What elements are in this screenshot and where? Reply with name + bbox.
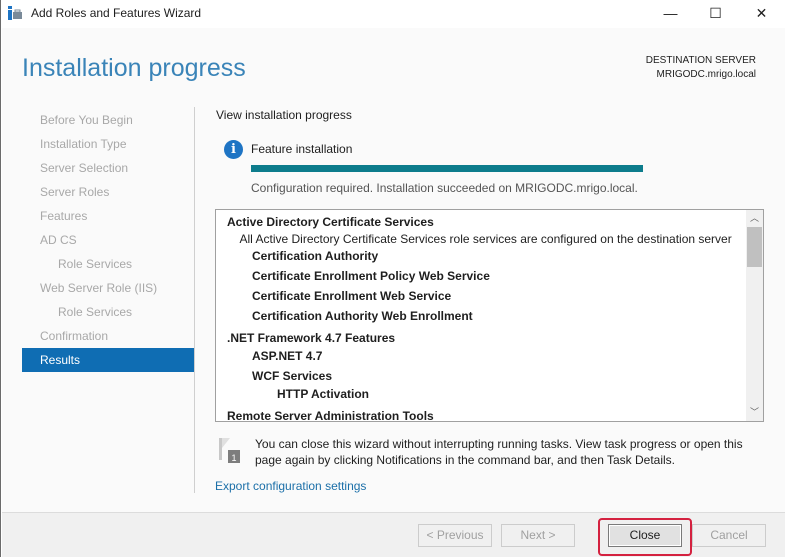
nav-item[interactable]: Web Server Role (IIS) xyxy=(22,276,194,300)
wizard-nav: Before You Begin Installation Type Server … xyxy=(22,108,194,372)
nav-item[interactable]: Results xyxy=(22,348,194,372)
result-line: All Active Directory Certificate Service… xyxy=(239,232,732,246)
result-line: ASP.NET 4.7 xyxy=(252,349,323,363)
nav-item[interactable]: Before You Begin xyxy=(22,108,194,132)
nav-item[interactable]: Server Roles xyxy=(22,180,194,204)
result-line: Certification Authority Web Enrollment xyxy=(252,309,473,323)
nav-item[interactable]: Server Selection xyxy=(22,156,194,180)
result-line: Remote Server Administration Tools xyxy=(227,409,434,422)
title-bar: Add Roles and Features Wizard — ☐ ✕ xyxy=(1,0,785,28)
next-button[interactable]: Next > xyxy=(501,524,575,547)
scrollbar[interactable]: ︿ ﹀ xyxy=(746,210,763,421)
minimize-button[interactable]: — xyxy=(648,0,693,28)
scroll-up-icon[interactable]: ︿ xyxy=(746,210,763,227)
results-list[interactable]: Active Directory Certificate Services All… xyxy=(215,209,764,422)
result-line: WCF Services xyxy=(252,369,333,383)
page-title: Installation progress xyxy=(22,54,246,82)
result-line: HTTP Activation xyxy=(277,387,370,401)
wizard-window: Add Roles and Features Wizard — ☐ ✕ Inst… xyxy=(0,0,785,557)
window-title: Add Roles and Features Wizard xyxy=(31,6,202,20)
result-line: Active Directory Certificate Services xyxy=(227,215,434,229)
close-button-highlight xyxy=(598,518,692,556)
progress-bar xyxy=(251,165,643,172)
export-configuration-link[interactable]: Export configuration settings xyxy=(215,479,366,493)
close-wizard-note: You can close this wizard without interr… xyxy=(255,437,743,467)
previous-button[interactable]: < Previous xyxy=(418,524,492,547)
nav-item[interactable]: Features xyxy=(22,204,194,228)
section-label: View installation progress xyxy=(216,108,352,122)
nav-item[interactable]: AD CS xyxy=(22,228,194,252)
nav-item[interactable]: Confirmation xyxy=(22,324,194,348)
server-manager-icon xyxy=(8,6,22,20)
wizard-body: Installation progress DESTINATION SERVER… xyxy=(2,28,785,512)
maximize-button[interactable]: ☐ xyxy=(693,0,738,28)
progress-bar-fill xyxy=(251,165,643,172)
close-window-button[interactable]: ✕ xyxy=(739,0,784,28)
result-line: .NET Framework 4.7 Features xyxy=(227,331,396,345)
cancel-button[interactable]: Cancel xyxy=(692,524,766,547)
nav-item[interactable]: Role Services xyxy=(22,300,194,324)
divider xyxy=(194,107,195,493)
result-line: Certificate Enrollment Web Service xyxy=(252,289,452,303)
destination-server-name: MRIGODC.mrigo.local xyxy=(656,69,756,80)
feature-installation-label: Feature installation xyxy=(251,142,353,156)
notification-flag-icon: 1 xyxy=(219,438,240,463)
nav-item[interactable]: Installation Type xyxy=(22,132,194,156)
svg-text:1: 1 xyxy=(231,453,236,463)
info-icon: i xyxy=(224,140,243,159)
nav-item[interactable]: Role Services xyxy=(22,252,194,276)
result-line: Certificate Enrollment Policy Web Servic… xyxy=(252,269,490,283)
scrollbar-thumb[interactable] xyxy=(747,227,762,267)
destination-label: DESTINATION SERVER xyxy=(645,55,756,66)
status-text: Configuration required. Installation suc… xyxy=(251,181,638,195)
destination-server: DESTINATION SERVER MRIGODC.mrigo.local xyxy=(646,54,756,82)
scroll-down-icon[interactable]: ﹀ xyxy=(746,404,763,421)
result-line: Certification Authority xyxy=(252,249,379,263)
